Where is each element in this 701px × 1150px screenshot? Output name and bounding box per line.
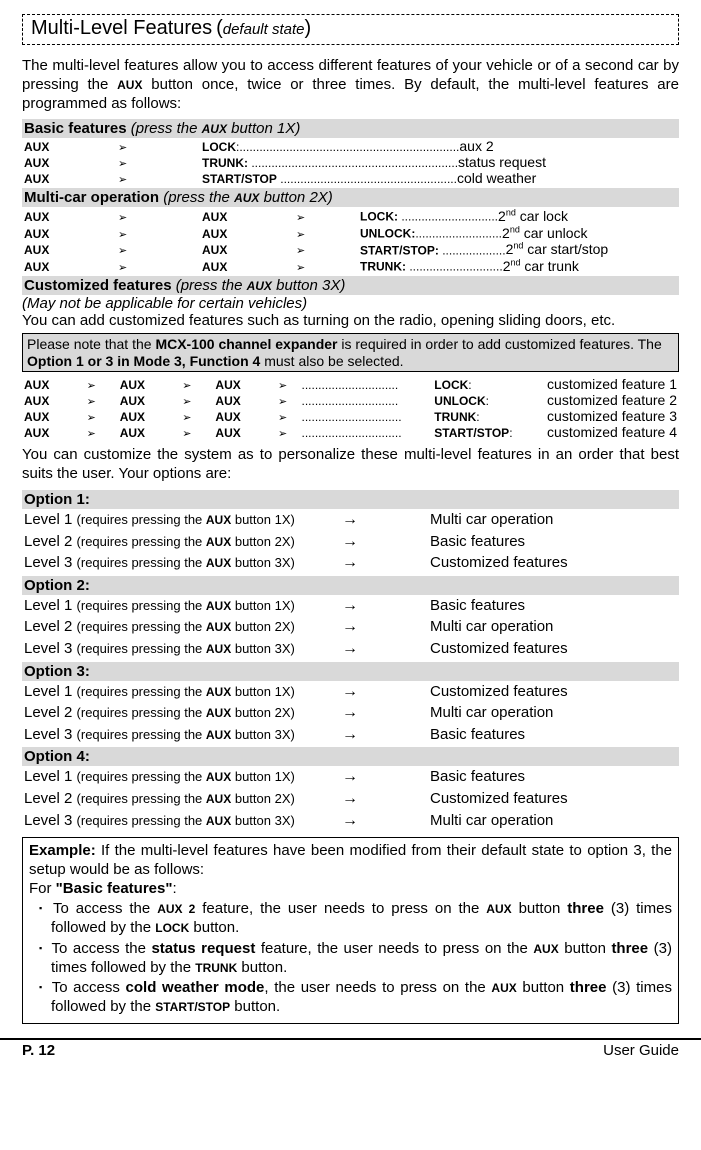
multi-inst2: button 2X [259, 189, 327, 206]
multicar-header: Multi-car operation (press the AUX butto… [22, 188, 679, 207]
table-row: AUX➢AUX➢TRUNK: .........................… [22, 257, 679, 274]
basic-inst2: button 1X [227, 120, 295, 137]
intro-aux: AUX [117, 78, 142, 92]
table-row: AUX➢LOCK:...............................… [22, 138, 679, 154]
option-table: Level 1 (requires pressing the AUX butto… [22, 766, 679, 831]
table-row: Level 2 (requires pressing the AUX butto… [22, 616, 679, 638]
table-row: Level 3 (requires pressing the AUX butto… [22, 638, 679, 660]
table-row: Level 2 (requires pressing the AUX butto… [22, 531, 679, 553]
mcx-t1: Please note that the [27, 336, 155, 352]
option-header: Option 1: [22, 490, 679, 509]
table-row: Level 1 (requires pressing the AUX butto… [22, 595, 679, 617]
basic-inst: press the [136, 120, 202, 137]
example-label: Example: [29, 842, 96, 859]
intro-paragraph: The multi-level features allow you to ac… [22, 57, 679, 113]
example-text: If the multi-level features have been mo… [29, 842, 672, 878]
title-main: Multi-Level Features [31, 17, 212, 39]
table-row: Level 2 (requires pressing the AUX butto… [22, 702, 679, 724]
table-row: AUX➢AUX➢START/STOP: ...................2… [22, 241, 679, 258]
table-row: AUX➢START/STOP .........................… [22, 170, 679, 186]
table-row: Level 1 (requires pressing the AUX butto… [22, 509, 679, 531]
basic-aux: AUX [202, 122, 227, 136]
basic-features-table: AUX➢LOCK:...............................… [22, 138, 679, 186]
list-item: To access the status request feature, th… [29, 940, 672, 978]
table-row: AUX➢AUX➢AUX➢............................… [22, 424, 679, 440]
example-col: : [172, 880, 176, 897]
title-paren-open: ( [216, 17, 223, 39]
title-paren-close: ) [304, 17, 311, 39]
cust-title: Customized features [24, 277, 172, 294]
table-row: AUX➢AUX➢AUX➢............................… [22, 376, 679, 392]
table-row: AUX➢AUX➢AUX➢............................… [22, 392, 679, 408]
basic-features-header: Basic features (press the AUX button 1X) [22, 119, 679, 138]
cust-note1: (May not be applicable for certain vehic… [22, 295, 679, 312]
cust-note2: You can add customized features such as … [22, 312, 679, 329]
mcx-note: Please note that the MCX-100 channel exp… [22, 333, 679, 373]
table-row: Level 3 (requires pressing the AUX butto… [22, 724, 679, 746]
table-row: Level 1 (requires pressing the AUX butto… [22, 681, 679, 703]
example-box: Example: If the multi-level features hav… [22, 837, 679, 1024]
option-table: Level 1 (requires pressing the AUX butto… [22, 681, 679, 746]
mcx-b1: MCX-100 channel expander [155, 336, 337, 352]
table-row: AUX➢AUX➢AUX➢............................… [22, 408, 679, 424]
customized-table: AUX➢AUX➢AUX➢............................… [22, 376, 679, 440]
table-row: AUX➢AUX➢UNLOCK:.........................… [22, 224, 679, 241]
cust-inst: press the [181, 277, 247, 294]
title-sub: default state [223, 21, 305, 38]
mcx-b2: Option 1 or 3 in Mode 3, Function 4 [27, 353, 260, 369]
list-item: To access the AUX 2 feature, the user ne… [29, 900, 672, 938]
table-row: Level 3 (requires pressing the AUX butto… [22, 552, 679, 574]
example-for: For [29, 880, 56, 897]
option-header: Option 2: [22, 576, 679, 595]
customize-paragraph: You can customize the system as to perso… [22, 446, 679, 484]
table-row: Level 2 (requires pressing the AUX butto… [22, 788, 679, 810]
cust-inst2: button 3X [272, 277, 340, 294]
option-table: Level 1 (requires pressing the AUX butto… [22, 509, 679, 574]
multi-title: Multi-car operation [24, 189, 159, 206]
table-row: AUX➢AUX➢LOCK: ..........................… [22, 207, 679, 224]
option-header: Option 4: [22, 747, 679, 766]
multi-inst: press the [168, 189, 234, 206]
example-bf: "Basic features" [56, 880, 173, 897]
table-row: AUX➢TRUNK: .............................… [22, 154, 679, 170]
option-table: Level 1 (requires pressing the AUX butto… [22, 595, 679, 660]
table-row: Level 3 (requires pressing the AUX butto… [22, 810, 679, 832]
basic-title: Basic features [24, 120, 127, 137]
multi-aux: AUX [234, 191, 259, 205]
multicar-table: AUX➢AUX➢LOCK: ..........................… [22, 207, 679, 274]
footer-label: User Guide [603, 1042, 679, 1059]
table-row: Level 1 (requires pressing the AUX butto… [22, 766, 679, 788]
section-title: Multi-Level Features (default state) [22, 14, 679, 45]
customized-header: Customized features (press the AUX butto… [22, 276, 679, 295]
page-number: P. 12 [22, 1042, 55, 1059]
page-footer: P. 12 User Guide [0, 1038, 701, 1069]
option-header: Option 3: [22, 662, 679, 681]
list-item: To access cold weather mode, the user ne… [29, 979, 672, 1017]
mcx-t2: is required in order to add customized f… [338, 336, 662, 352]
mcx-t3: must also be selected. [260, 353, 403, 369]
cust-aux: AUX [247, 279, 272, 293]
